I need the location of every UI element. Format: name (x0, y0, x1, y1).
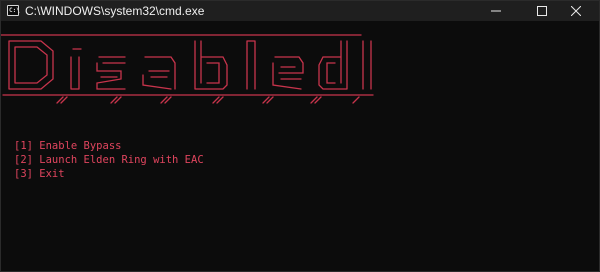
close-icon (571, 6, 581, 16)
ascii-art-banner (1, 27, 381, 115)
console-window: C:\ C:\WINDOWS\system32\cmd.exe [1] Enab… (0, 0, 600, 272)
maximize-icon (537, 6, 547, 16)
minimize-button[interactable] (473, 1, 519, 21)
window-title: C:\WINDOWS\system32\cmd.exe (25, 4, 205, 18)
menu-item-enable-bypass: [1] Enable Bypass (14, 140, 122, 152)
console-output[interactable]: [1] Enable Bypass [2] Launch Elden Ring … (1, 21, 599, 271)
menu-options: [1] Enable Bypass [2] Launch Elden Ring … (14, 139, 204, 181)
cmd-icon: C:\ (7, 5, 20, 16)
menu-item-launch-elden-ring: [2] Launch Elden Ring with EAC (14, 154, 204, 166)
close-button[interactable] (553, 1, 599, 21)
minimize-icon (491, 6, 501, 16)
title-bar[interactable]: C:\ C:\WINDOWS\system32\cmd.exe (1, 1, 599, 21)
menu-item-exit: [3] Exit (14, 168, 65, 180)
